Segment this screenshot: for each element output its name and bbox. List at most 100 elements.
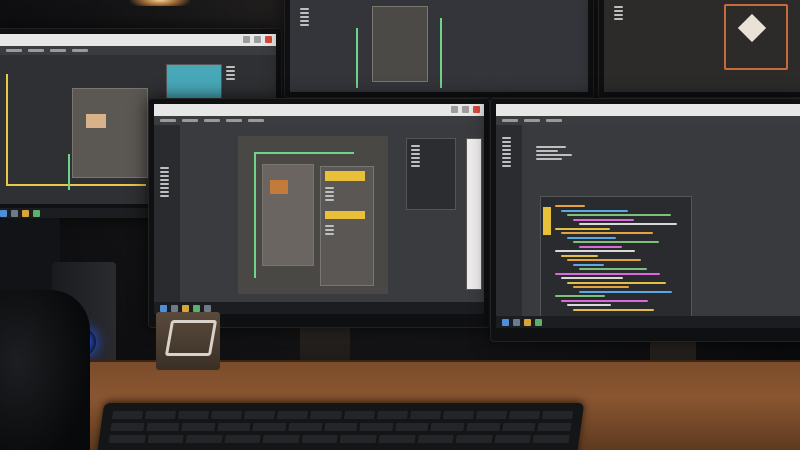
menu-item[interactable] (502, 119, 518, 122)
menu-item[interactable] (248, 119, 264, 122)
app-icon[interactable] (160, 304, 167, 312)
menu-item[interactable] (160, 119, 176, 122)
code-line (567, 304, 611, 306)
outline-list (536, 144, 572, 162)
schematic-canvas[interactable] (238, 136, 388, 294)
code-line (555, 295, 605, 297)
app-icon[interactable] (11, 209, 18, 217)
menu-item[interactable] (524, 119, 540, 122)
schematic-component[interactable] (72, 88, 148, 178)
code-line (555, 227, 610, 230)
ceiling-lamp (130, 0, 190, 6)
code-line (567, 259, 641, 261)
code-line (567, 236, 616, 239)
monitor-top-right (598, 0, 800, 98)
maximize-icon[interactable] (462, 106, 469, 113)
schematic-label (86, 114, 106, 128)
close-icon[interactable] (473, 106, 480, 113)
window-titlebar (154, 104, 484, 116)
app-icon[interactable] (535, 318, 542, 326)
code-line (561, 209, 628, 212)
properties-list (226, 64, 235, 82)
app-icon[interactable] (524, 318, 531, 326)
app-icon[interactable] (22, 209, 29, 217)
schematic-wire (6, 74, 8, 184)
monitor-bottom-center (148, 98, 490, 328)
close-icon[interactable] (265, 36, 272, 43)
monitor-top-right-screen (604, 0, 800, 92)
app-icon[interactable] (33, 209, 40, 217)
monitor-top-center (284, 0, 594, 98)
window-menubar (496, 116, 800, 125)
monitor-bottom-right (490, 98, 800, 342)
component-highlight (270, 180, 288, 194)
properties-panel (166, 64, 222, 100)
code-line (567, 214, 671, 216)
menu-item[interactable] (28, 49, 44, 52)
app-icon[interactable] (204, 304, 211, 312)
graph-list (614, 4, 623, 22)
code-line (573, 263, 604, 266)
file-tree (496, 125, 522, 316)
minimize-icon[interactable] (451, 106, 458, 113)
window-titlebar (0, 34, 276, 46)
schematic-wire (254, 152, 256, 278)
note-header (325, 211, 365, 219)
menu-item[interactable] (50, 49, 66, 52)
office-chair (0, 290, 90, 450)
menu-item[interactable] (226, 119, 242, 122)
window-menubar (154, 116, 484, 125)
keyboard[interactable] (95, 403, 585, 450)
app-icon[interactable] (193, 304, 200, 312)
schematic-wire (68, 154, 70, 190)
desk-scene (0, 0, 800, 450)
properties-panel (406, 138, 456, 210)
menu-item[interactable] (72, 49, 88, 52)
menu-item[interactable] (182, 119, 198, 122)
menu-item[interactable] (204, 119, 220, 122)
schematic-component[interactable] (372, 6, 428, 82)
code-line (573, 241, 659, 243)
minimize-icon[interactable] (243, 36, 250, 43)
code-line (579, 290, 672, 293)
editor-gutter-mark (543, 207, 551, 235)
schematic-wire (254, 152, 354, 154)
schematic-wire (6, 184, 146, 186)
code-line (561, 232, 653, 234)
code-line (579, 268, 647, 270)
code-line (561, 299, 648, 302)
inspector-popup (320, 166, 374, 286)
app-icon[interactable] (502, 318, 509, 326)
code-line (561, 254, 598, 257)
taskbar (496, 316, 800, 328)
code-line (555, 205, 585, 207)
schematic-wire (356, 28, 358, 88)
app-icon[interactable] (171, 304, 178, 312)
logo-icon (164, 320, 218, 356)
code-line (573, 286, 629, 288)
window-menubar (0, 46, 276, 55)
monitor-bottom-center-screen (154, 104, 484, 314)
right-toolbar (466, 138, 482, 290)
app-icon[interactable] (0, 209, 7, 217)
code-editor[interactable] (540, 196, 692, 318)
tool-sidebar (154, 125, 180, 302)
menu-item[interactable] (546, 119, 562, 122)
code-line (555, 272, 660, 275)
monitor-top-center-screen (290, 0, 588, 92)
note-header (325, 171, 365, 181)
code-line (573, 218, 634, 221)
app-icon[interactable] (513, 318, 520, 326)
code-line (579, 223, 677, 225)
code-line (555, 250, 635, 252)
maximize-icon[interactable] (254, 36, 261, 43)
component-list (300, 6, 309, 28)
code-line (561, 277, 623, 279)
window-titlebar (496, 104, 800, 116)
menu-item[interactable] (6, 49, 22, 52)
monitor-bottom-right-screen (496, 104, 800, 328)
schematic-wire (440, 18, 442, 88)
code-line (567, 281, 666, 284)
code-line (573, 308, 654, 311)
app-icon[interactable] (182, 304, 189, 312)
